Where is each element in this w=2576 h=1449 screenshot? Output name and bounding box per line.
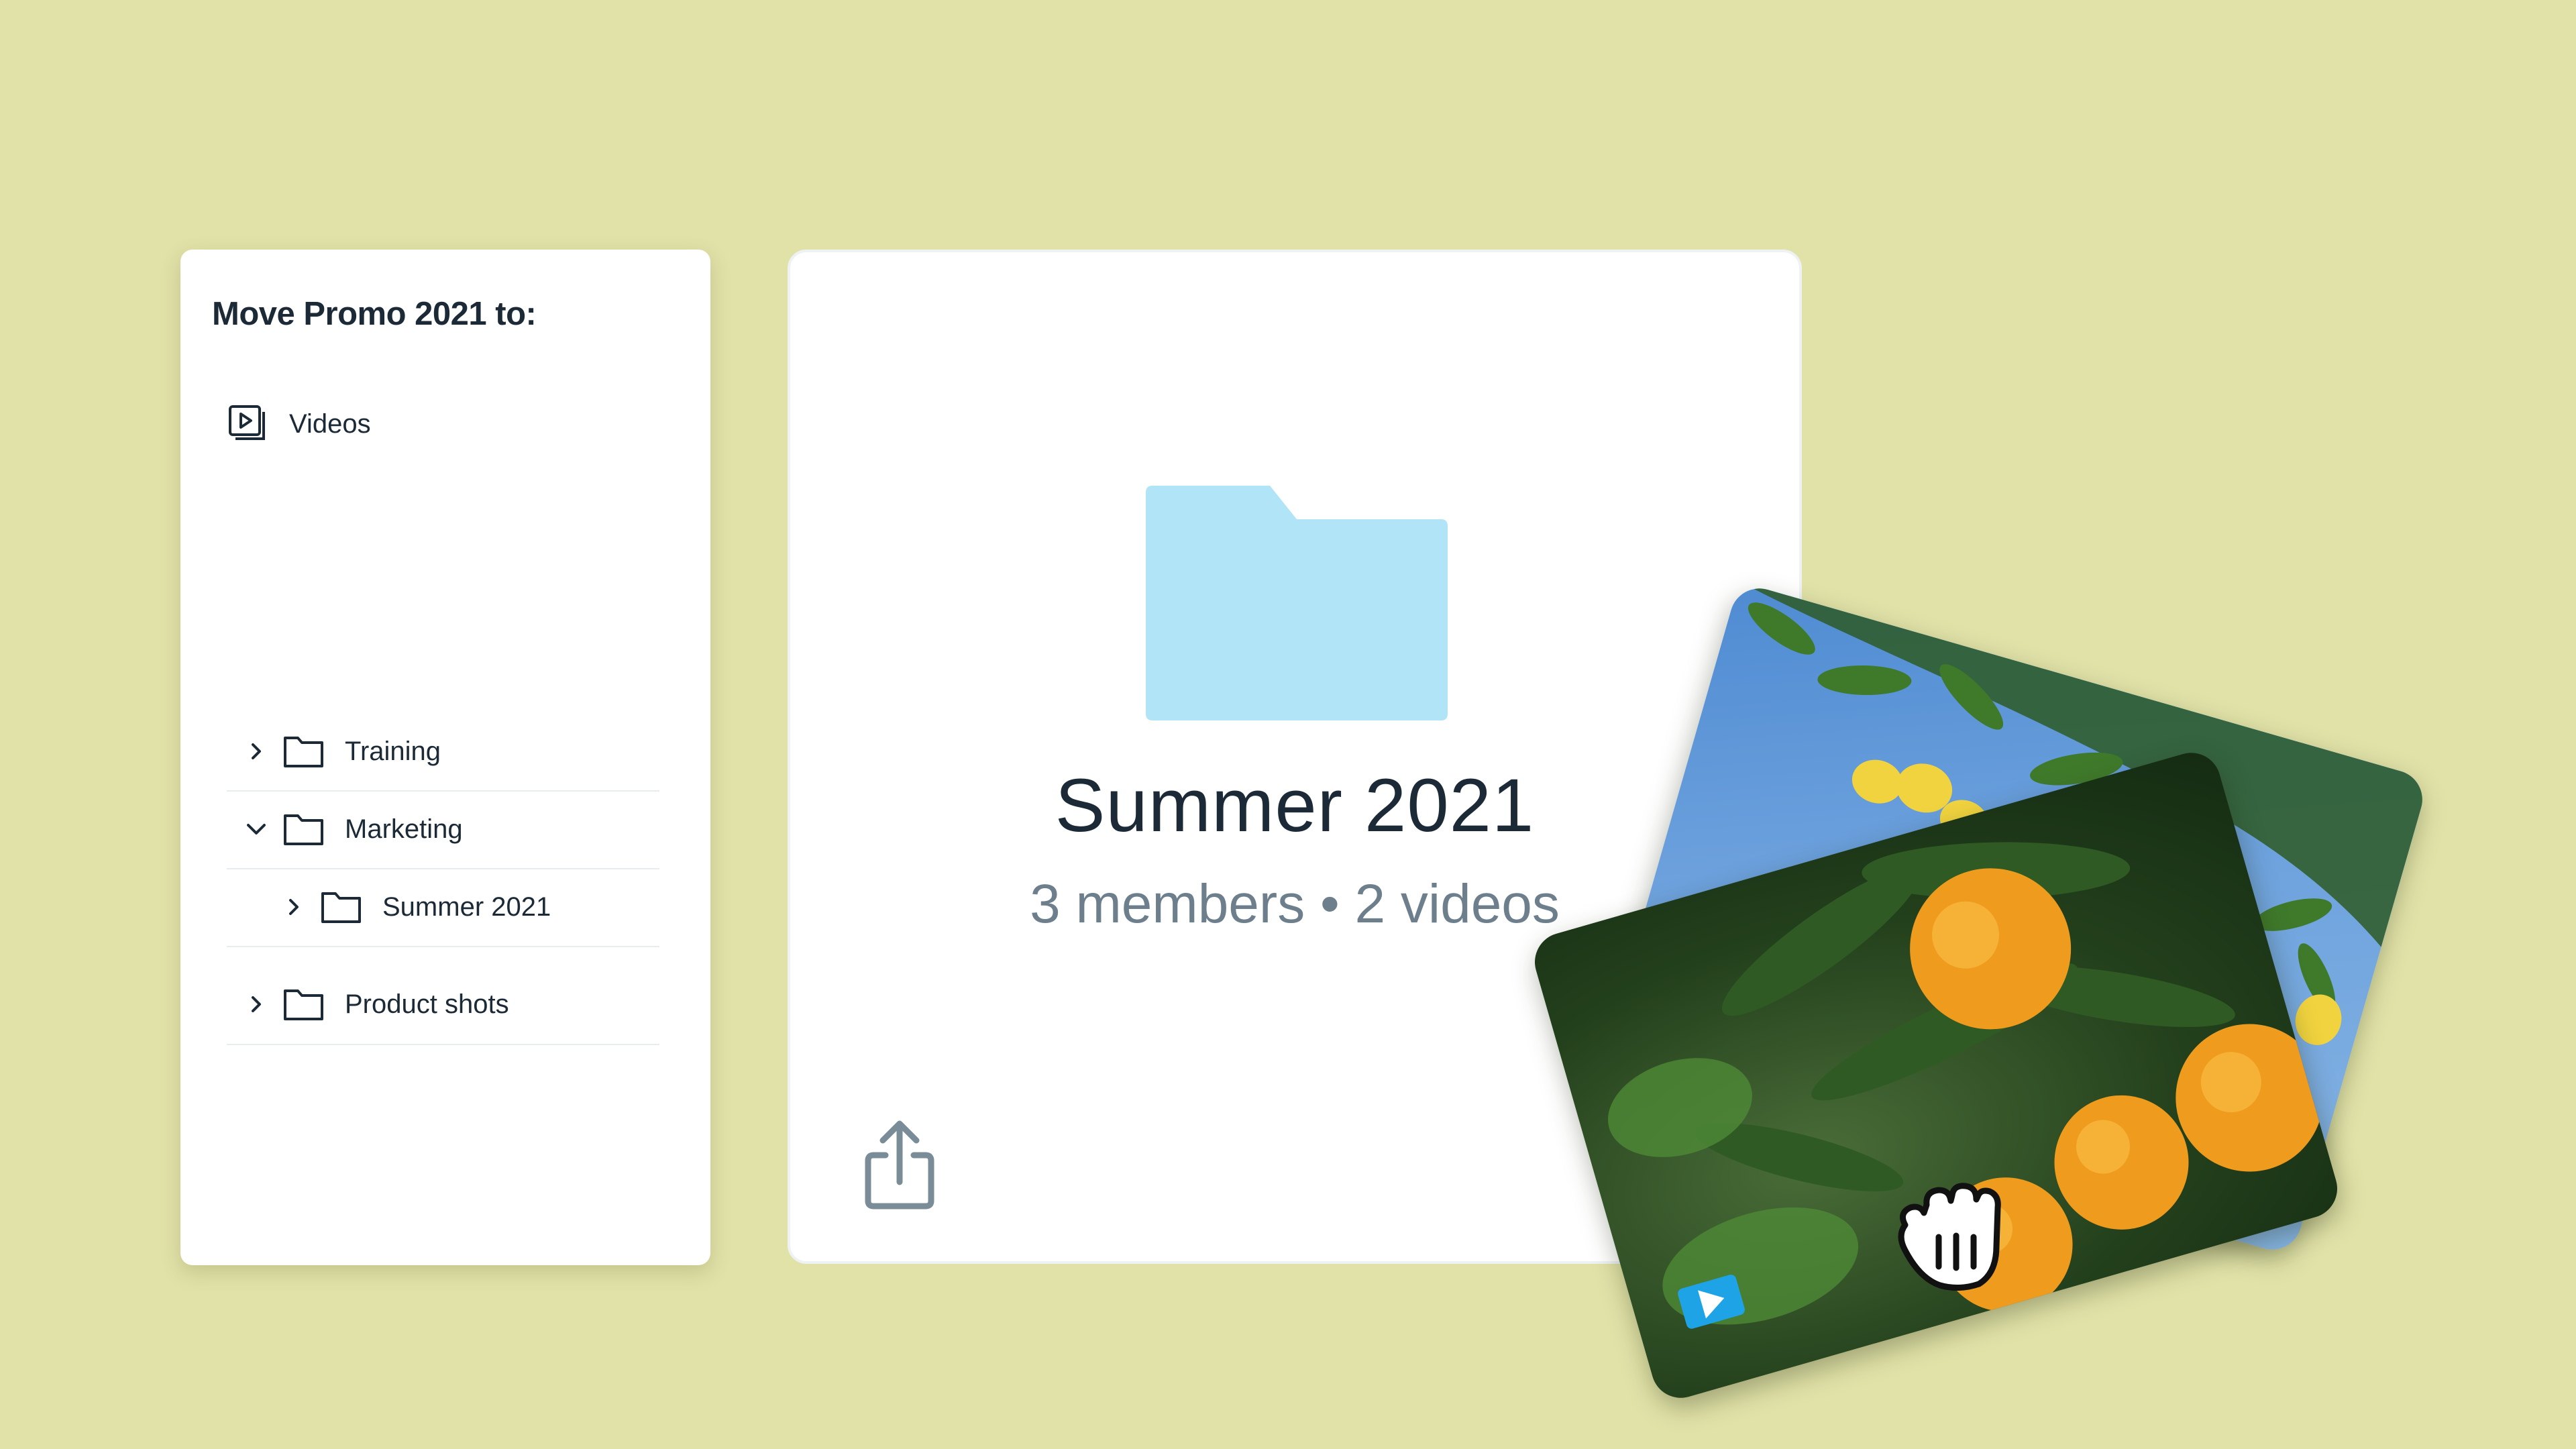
- tree-item-product-shots[interactable]: Product shots: [227, 965, 659, 1045]
- tree-item-summer-2021[interactable]: Summer 2021: [227, 868, 659, 947]
- tree-item-label: Product shots: [345, 989, 509, 1019]
- share-icon[interactable]: [863, 1118, 936, 1212]
- folder-name: Summer 2021: [1055, 763, 1535, 847]
- tree-item-label: Summer 2021: [382, 892, 551, 922]
- folder-icon: [1146, 486, 1448, 720]
- move-dialog: Move Promo 2021 to: Videos Training Mark…: [180, 250, 710, 1265]
- tree-root-videos[interactable]: Videos: [227, 397, 371, 451]
- video-library-icon: [229, 405, 265, 440]
- chevron-right-icon[interactable]: [241, 737, 271, 766]
- tree-item-label: Marketing: [345, 814, 463, 844]
- chevron-down-icon[interactable]: [241, 814, 271, 844]
- tree-root-label: Videos: [289, 409, 371, 439]
- folder-icon: [284, 737, 323, 767]
- folder-icon: [284, 814, 323, 845]
- folder-icon: [321, 892, 361, 923]
- tree-item-marketing[interactable]: Marketing: [227, 790, 659, 869]
- chevron-right-icon[interactable]: [279, 892, 309, 922]
- grab-hand-icon: [1898, 1183, 2001, 1291]
- tree-item-label: Training: [345, 736, 441, 766]
- move-dialog-title: Move Promo 2021 to:: [212, 296, 537, 332]
- chevron-right-icon[interactable]: [241, 989, 271, 1019]
- tree-item-training[interactable]: Training: [227, 712, 659, 792]
- folder-icon: [284, 989, 323, 1020]
